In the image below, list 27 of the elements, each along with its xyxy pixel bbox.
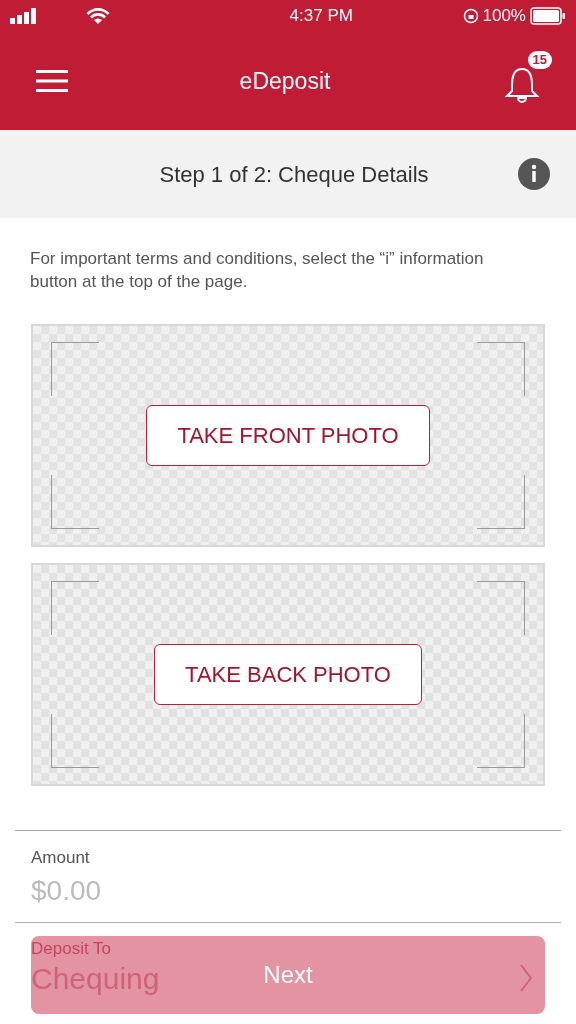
- corner-mark: [51, 713, 99, 768]
- deposit-to-label: Deposit To: [31, 938, 112, 961]
- battery-percent: 100%: [482, 5, 526, 28]
- header-title: eDeposit: [239, 66, 331, 96]
- menu-icon[interactable]: [36, 69, 68, 93]
- status-time: 4:37 PM: [289, 5, 353, 28]
- corner-mark: [51, 474, 99, 529]
- corner-mark: [51, 341, 99, 396]
- notification-badge: 15: [527, 51, 552, 70]
- corner-mark: [477, 341, 525, 396]
- wifi-icon: [86, 7, 110, 25]
- amount-input[interactable]: $0.00: [31, 870, 545, 913]
- corner-mark: [51, 580, 99, 635]
- bell-icon[interactable]: [502, 65, 542, 105]
- step-title: Step 1 of 2: Cheque Details: [158, 160, 430, 189]
- orientation-lock-icon: [462, 8, 479, 24]
- take-photo-button[interactable]: TAKE BACK PHOTO: [154, 643, 422, 705]
- corner-mark: [477, 474, 525, 529]
- terms-notice: For important terms and conditions, select the “i” information button at the top of the page.: [29, 248, 485, 293]
- battery-icon: [530, 7, 566, 25]
- corner-mark: [477, 580, 525, 635]
- take-photo-button[interactable]: TAKE FRONT PHOTO: [146, 404, 430, 466]
- info-icon[interactable]: [518, 158, 550, 190]
- corner-mark: [477, 713, 525, 768]
- signal-icon: [10, 8, 38, 24]
- amount-label: Amount: [31, 846, 91, 869]
- chevron-icon: [519, 963, 533, 994]
